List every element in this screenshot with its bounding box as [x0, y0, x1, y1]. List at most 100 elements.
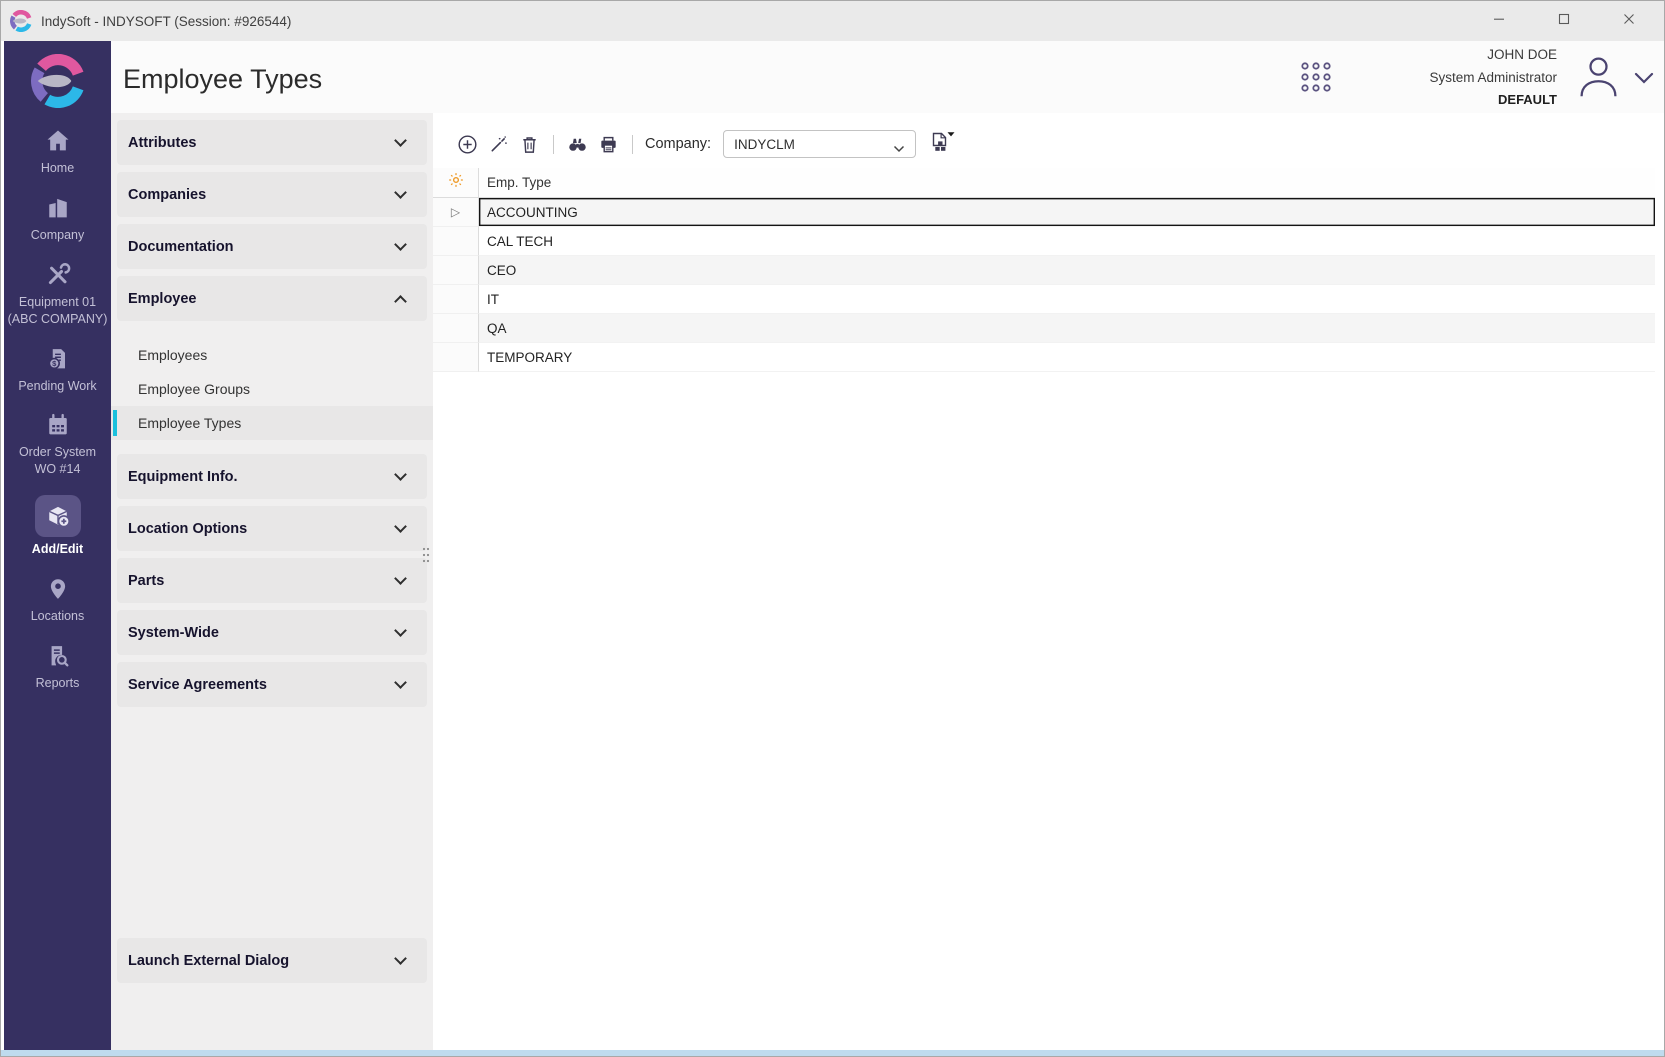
grid-body: ▷ ACCOUNTINGCAL TECHCEOITQATEMPORARY [433, 198, 1655, 372]
binoculars-icon [567, 134, 588, 155]
sidebar-item-label: Locations [31, 608, 85, 625]
table-row[interactable]: CAL TECH [433, 227, 1655, 256]
sidebar-item-label: Order System WO #14 [7, 444, 108, 478]
nav-section-header-service-agreements[interactable]: Service Agreements [117, 662, 427, 707]
nav-section-service-agreements: Service Agreements [111, 662, 433, 707]
delete-button[interactable] [514, 129, 544, 159]
sidebar-item-label: Equipment 01 (ABC COMPANY) [7, 294, 108, 328]
chevron-up-icon [394, 295, 407, 308]
sidebar-item-company[interactable]: Company [4, 185, 111, 252]
table-row[interactable]: ▷ ACCOUNTING [433, 198, 1655, 227]
edit-button[interactable] [483, 129, 513, 159]
nav-section-header-documentation[interactable]: Documentation [117, 224, 427, 269]
nav-item-employees[interactable]: Employees [111, 338, 433, 372]
table-row[interactable]: TEMPORARY [433, 343, 1655, 372]
nav-section-label: Parts [128, 573, 164, 589]
user-name: JOHN DOE [1347, 43, 1557, 66]
nav-section-header-companies[interactable]: Companies [117, 172, 427, 217]
toolbar: Company: INDYCLM [433, 113, 1664, 159]
chevron-down-icon [394, 624, 407, 637]
column-header-emp-type[interactable]: Emp. Type [479, 168, 1655, 197]
row-indicator-cell [433, 256, 479, 285]
emp-type-cell[interactable]: IT [479, 285, 1655, 314]
printer-icon [598, 134, 619, 155]
nav-section-location-options: Location Options [111, 506, 433, 551]
company-select[interactable]: INDYCLM [723, 130, 916, 158]
nav-item-employee-types[interactable]: Employee Types [111, 406, 433, 440]
export-button[interactable] [925, 129, 957, 159]
sidebar-item-reports[interactable]: Reports [4, 633, 111, 700]
table-row[interactable]: CEO [433, 256, 1655, 285]
close-icon [1622, 12, 1636, 31]
main-content: Company: INDYCLM [433, 113, 1664, 1050]
nav-section-label: Location Options [128, 521, 247, 537]
nav-section-header-employee[interactable]: Employee [117, 276, 427, 321]
nav-section-header-parts[interactable]: Parts [117, 558, 427, 603]
minimize-button[interactable] [1486, 8, 1512, 34]
nav-section-label: System-Wide [128, 625, 219, 641]
export-grid-icon [928, 130, 955, 159]
user-avatar-icon[interactable] [1575, 53, 1622, 101]
nav-section-companies: Companies [111, 172, 433, 217]
nav-section-header-system-wide[interactable]: System-Wide [117, 610, 427, 655]
maximize-icon [1557, 12, 1571, 31]
nav-section-header-equipment-info[interactable]: Equipment Info. [117, 454, 427, 499]
sidebar-item-add-edit[interactable]: Add/Edit [4, 486, 111, 566]
sidebar-item-home[interactable]: Home [4, 118, 111, 185]
nav-section-launch-external-dialog[interactable]: Launch External Dialog [117, 938, 427, 983]
maximize-button[interactable] [1551, 8, 1577, 34]
add-circle-icon [457, 134, 478, 155]
nav-section-employee: Employee Employees Employee Groups Employee… [111, 276, 433, 454]
user-menu-chevron-down-icon[interactable] [1634, 71, 1654, 83]
add-button[interactable] [452, 129, 482, 159]
close-button[interactable] [1616, 8, 1642, 34]
sidebar-item-equipment-01-abc-company[interactable]: Equipment 01 (ABC COMPANY) [4, 252, 111, 336]
nav-section-label: Equipment Info. [128, 469, 238, 485]
panel-resize-grip[interactable] [421, 546, 431, 564]
nav-item-label: Employees [138, 347, 207, 363]
chevron-down-icon [394, 186, 407, 199]
nav-section-header-attributes[interactable]: Attributes [117, 120, 427, 165]
sidebar-icon-box [35, 495, 81, 537]
emp-type-cell[interactable]: CAL TECH [479, 227, 1655, 256]
emp-type-cell[interactable]: ACCOUNTING [479, 198, 1655, 227]
nav-section-system-wide: System-Wide [111, 610, 433, 655]
chevron-down-icon [394, 134, 407, 147]
right-column: Employee Types JOHN DOE Sys [111, 41, 1664, 1050]
emp-type-cell[interactable]: QA [479, 314, 1655, 343]
sidebar-item-label: Company [31, 227, 85, 244]
row-indicator-cell [433, 343, 479, 372]
user-area: JOHN DOE System Administrator DEFAULT [1299, 46, 1654, 108]
table-row[interactable]: QA [433, 314, 1655, 343]
emp-type-cell[interactable]: CEO [479, 256, 1655, 285]
window-controls [1486, 8, 1664, 34]
print-button[interactable] [593, 129, 623, 159]
table-row[interactable]: IT [433, 285, 1655, 314]
sidebar: Home Company Equipment 01 (ABC COMPANY) $Pe… [4, 41, 111, 1050]
emp-type-cell[interactable]: TEMPORARY [479, 343, 1655, 372]
apps-menu-button[interactable] [1299, 60, 1333, 94]
nav-section-label: Companies [128, 187, 206, 203]
employee-types-grid: Emp. Type ▷ ACCOUNTINGCAL TECHCEOITQATEMP… [433, 168, 1655, 372]
sidebar-item-label: Home [41, 160, 74, 177]
row-indicator-cell [433, 285, 479, 314]
nav-section-equipment-info: Equipment Info. [111, 454, 433, 499]
find-button[interactable] [562, 129, 592, 159]
sidebar-item-label: Add/Edit [32, 541, 83, 558]
add-edit-icon [44, 502, 72, 530]
app-window: IndySoft - INDYSOFT (Session: #926544) [0, 0, 1665, 1057]
nav-item-label: Employee Types [138, 415, 241, 431]
sidebar-item-locations[interactable]: Locations [4, 566, 111, 633]
company-label: Company: [645, 136, 711, 152]
chevron-down-icon [394, 520, 407, 533]
selected-row-arrow-icon: ▷ [451, 205, 460, 219]
sidebar-item-order-system-wo-14[interactable]: Order System WO #14 [4, 402, 111, 486]
nav-section-label: Employee [128, 291, 197, 307]
grid-corner-cell[interactable] [433, 168, 479, 197]
sidebar-item-pending-work[interactable]: $Pending Work [4, 336, 111, 403]
nav-section-header-location-options[interactable]: Location Options [117, 506, 427, 551]
nav-item-employee-groups[interactable]: Employee Groups [111, 372, 433, 406]
nav-footer-section: Launch External Dialog [111, 938, 433, 990]
grid-header-row: Emp. Type [433, 168, 1655, 198]
chevron-down-icon [394, 572, 407, 585]
